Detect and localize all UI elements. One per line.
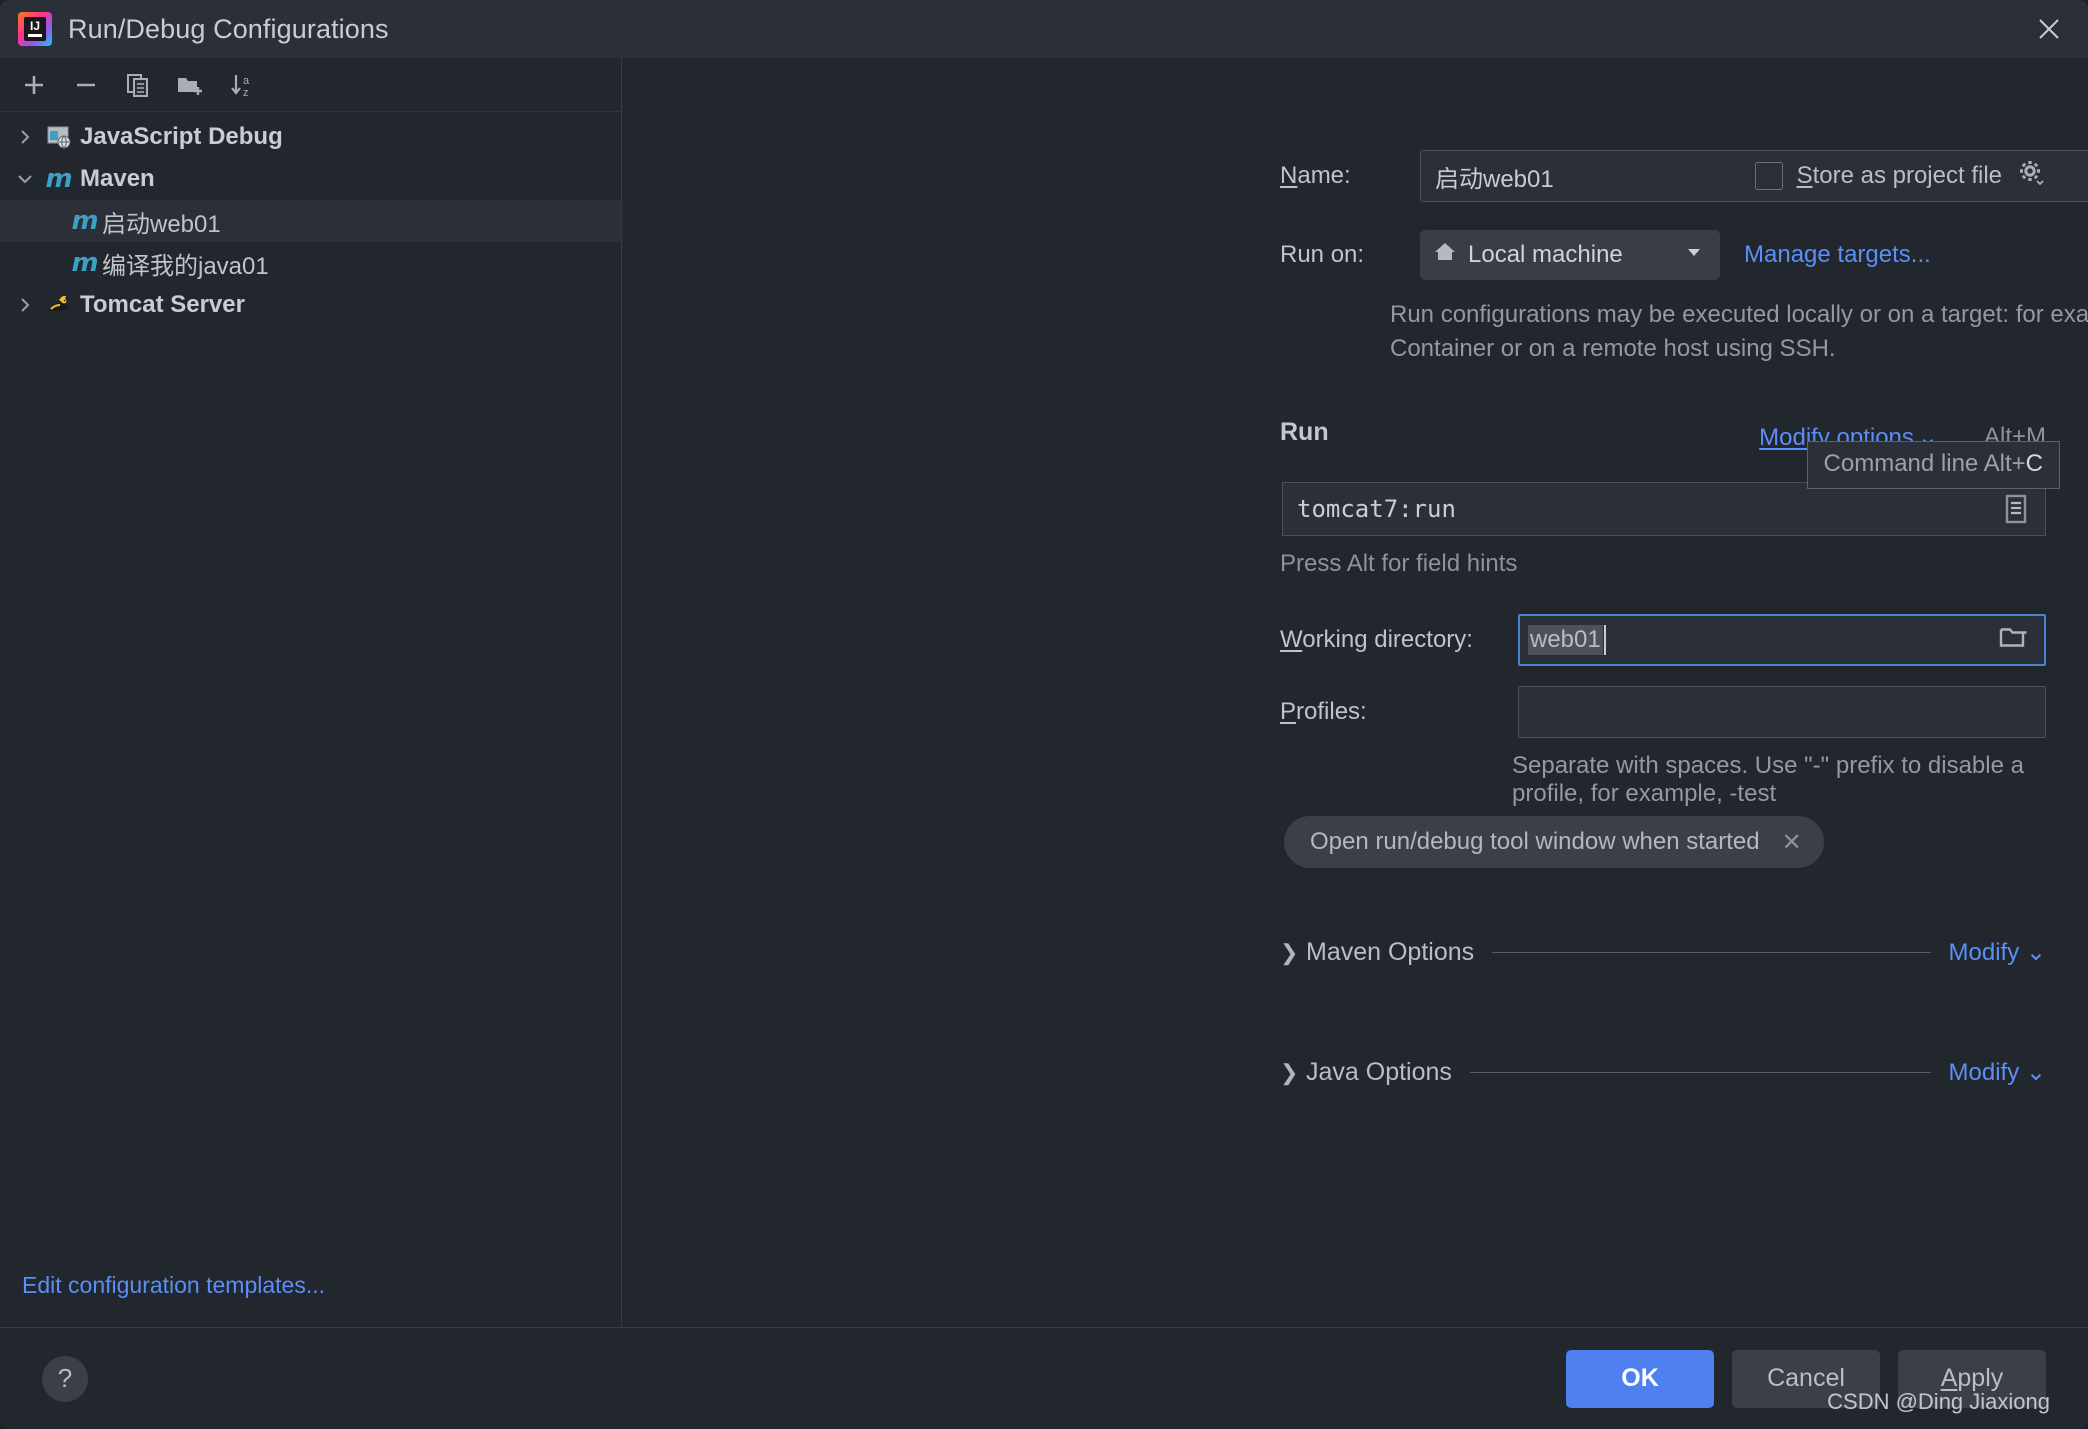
divider (1469, 1072, 1931, 1073)
working-directory-value: web01 (1528, 625, 1603, 655)
section-title[interactable]: Maven Options (1306, 938, 1474, 967)
maven-options-modify-link[interactable]: Modify ⌄ (1949, 938, 2046, 967)
footer-buttons: OK Cancel Apply (1566, 1349, 2046, 1408)
run-section-title: Run (1280, 418, 1329, 446)
folder-add-icon[interactable] (164, 62, 216, 108)
tomcat-icon (42, 291, 76, 319)
working-directory-row: Working directory: web01 (1280, 614, 2046, 666)
plus-icon[interactable] (8, 62, 60, 108)
name-input-value: 启动web01 (1435, 165, 1554, 193)
option-tag-label: Open run/debug tool window when started (1310, 828, 1760, 855)
run-on-label: Run on: (1280, 241, 1365, 268)
minus-icon[interactable] (60, 62, 112, 108)
chevron-right-icon[interactable] (8, 128, 42, 146)
store-as-project-file-label[interactable]: SStore as project filetore as project fi… (1797, 162, 2002, 190)
profiles-label: Profiles: (1280, 698, 1367, 725)
expand-editor-icon[interactable] (1997, 490, 2035, 528)
help-button[interactable]: ? (42, 1355, 88, 1402)
name-label: Name: (1280, 162, 1351, 189)
tree-label: JavaScript Debug (80, 123, 283, 150)
run-on-value: Local machine (1468, 241, 1623, 268)
gear-icon[interactable] (2016, 158, 2046, 193)
run-on-row: Run on: Local machine Manage targets... (1280, 230, 1931, 280)
section-java-options: ❯ Java Options Modify ⌄ (1280, 1058, 2046, 1087)
edit-configuration-templates-link[interactable]: Edit configuration templates... (22, 1272, 325, 1299)
title-bar: IJ Run/Debug Configurations (0, 0, 2088, 58)
command-line-tooltip: Command line Alt+C (1806, 441, 2060, 489)
option-tag-open-tool-window[interactable]: Open run/debug tool window when started … (1284, 816, 1824, 868)
apply-button[interactable]: Apply (1898, 1349, 2046, 1408)
store-as-project-file-checkbox[interactable] (1754, 161, 1783, 190)
intellij-idea-icon: IJ (18, 12, 52, 46)
run-on-help-text: Run configurations may be executed local… (1390, 301, 2088, 363)
dialog-footer: ? OK Cancel Apply CSDN @Ding Jiaxiong (0, 1327, 2088, 1429)
chevron-down-icon[interactable] (8, 170, 42, 188)
cancel-button[interactable]: Cancel (1732, 1349, 1880, 1408)
configurations-tree: JavaScript Debug m Maven m 启动web01 m 编译我… (0, 112, 621, 1327)
command-line-input[interactable]: tomcat7:run (1282, 482, 2046, 536)
chevron-right-icon[interactable]: ❯ (1280, 940, 1306, 966)
chevron-down-icon (1684, 241, 1704, 269)
chevron-right-icon[interactable]: ❯ (1280, 1060, 1306, 1086)
maven-icon: m (45, 164, 73, 194)
page-title: Run/Debug Configurations (68, 13, 389, 44)
tree-label: 启动web01 (102, 210, 221, 238)
tree-group-tomcat-server[interactable]: Tomcat Server (0, 284, 621, 326)
sidebar-item-qidong-web01[interactable]: m 启动web01 (0, 200, 621, 242)
tree-label: Maven (80, 165, 155, 192)
tree-label: 编译我的java01 (102, 252, 269, 280)
chevron-right-icon[interactable] (8, 296, 42, 314)
copy-icon[interactable] (112, 62, 164, 108)
configurations-sidebar: a z JavaScript Debug m Maven m 启动web01 m… (0, 58, 622, 1327)
java-options-modify-link[interactable]: Modify ⌄ (1949, 1058, 2046, 1087)
section-maven-options: ❯ Maven Options Modify ⌄ (1280, 938, 2046, 967)
command-line-value: tomcat7:run (1297, 495, 1456, 523)
javascript-debug-icon (42, 123, 76, 151)
sort-az-icon[interactable]: a z (216, 62, 268, 108)
profiles-hint: Separate with spaces. Use "-" prefix to … (1512, 752, 2024, 807)
home-icon (1432, 239, 1458, 272)
run-debug-configurations-dialog: IJ Run/Debug Configurations a z JavaScri… (0, 0, 2088, 1429)
tree-group-javascript-debug[interactable]: JavaScript Debug (0, 116, 621, 158)
divider (1492, 952, 1931, 953)
section-title[interactable]: Java Options (1306, 1058, 1452, 1087)
close-small-icon[interactable]: ✕ (1782, 828, 1802, 857)
profiles-input[interactable] (1518, 686, 2046, 738)
svg-text:z: z (243, 87, 249, 99)
close-icon[interactable] (2010, 0, 2088, 58)
text-caret (1603, 625, 1606, 655)
tree-label: Tomcat Server (80, 291, 245, 318)
svg-text:a: a (243, 75, 250, 87)
working-directory-input[interactable]: web01 (1518, 614, 2046, 666)
manage-targets-link[interactable]: Manage targets... (1744, 241, 1931, 269)
maven-icon: m (71, 206, 99, 236)
configuration-form: Name: 启动web01 SStore as project filetore… (622, 58, 2088, 1327)
folder-icon[interactable] (1998, 624, 2030, 657)
tree-group-maven[interactable]: m Maven (0, 158, 621, 200)
press-alt-hint: Press Alt for field hints (1280, 550, 1518, 577)
working-directory-label: Working directory: (1280, 626, 1473, 653)
sidebar-toolbar: a z (0, 58, 621, 112)
dialog-body: a z JavaScript Debug m Maven m 启动web01 m… (0, 58, 2088, 1327)
profiles-row: Profiles: (1280, 686, 2046, 738)
store-as-project-file-row: SStore as project filetore as project fi… (1754, 158, 2046, 193)
maven-icon: m (71, 248, 99, 278)
run-on-dropdown[interactable]: Local machine (1420, 230, 1720, 280)
sidebar-item-bianyi-java01[interactable]: m 编译我的java01 (0, 242, 621, 284)
ok-button[interactable]: OK (1566, 1349, 1714, 1408)
